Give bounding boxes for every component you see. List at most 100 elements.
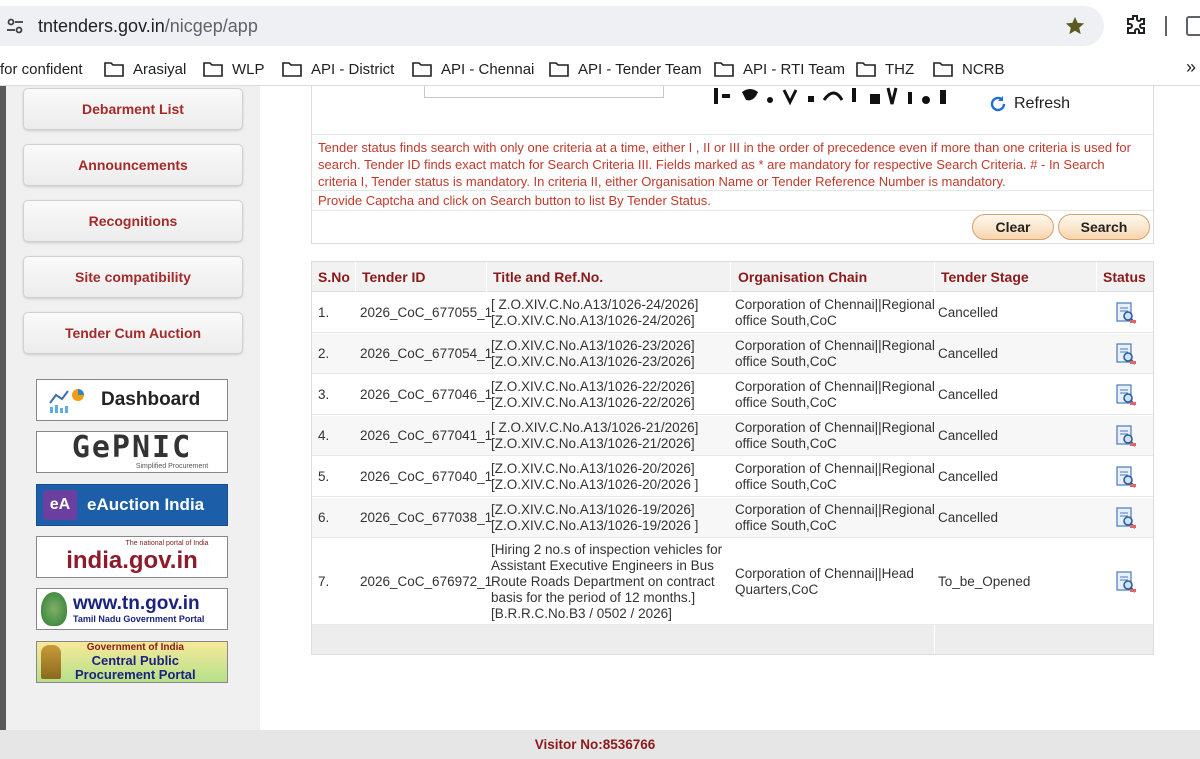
results-table: S.No Tender ID Title and Ref.No. Organis… bbox=[311, 261, 1154, 655]
org-line: office South,CoC bbox=[735, 395, 837, 410]
view-status-icon[interactable] bbox=[1114, 342, 1138, 366]
cell-tender-stage: Cancelled bbox=[938, 305, 999, 320]
column-divider bbox=[934, 625, 935, 654]
title-line: [Z.O.XIV.C.No.A13/1026-22/2026] bbox=[491, 379, 695, 394]
view-status-icon[interactable] bbox=[1114, 465, 1138, 489]
bookmark-label: WLP bbox=[232, 60, 265, 78]
sidebar-item-announcements[interactable]: Announcements bbox=[23, 144, 243, 186]
captcha-instruction: Provide Captcha and click on Search butt… bbox=[318, 193, 711, 208]
view-status-icon[interactable] bbox=[1114, 570, 1138, 594]
folder-icon bbox=[282, 62, 302, 77]
cppp-banner[interactable]: Government of India Central Public Procu… bbox=[36, 641, 228, 683]
folder-icon bbox=[856, 62, 876, 77]
bookmark-folder[interactable]: THZ bbox=[856, 52, 914, 86]
org-line: Corporation of Chennai||Regional bbox=[735, 461, 935, 476]
url-text[interactable]: tntenders.gov.in/nicgep/app bbox=[38, 16, 258, 37]
title-line: [Z.O.XIV.C.No.A13/1026-20/2026] bbox=[491, 461, 695, 476]
ashoka-emblem-icon bbox=[41, 645, 61, 679]
sidebar: Debarment List Announcements Recognition… bbox=[6, 86, 260, 730]
cell-tender-id: 2026_CoC_677041_1 bbox=[360, 428, 493, 443]
cell-organisation: Corporation of Chennai||Regional office S… bbox=[735, 379, 935, 411]
org-line: office South,CoC bbox=[735, 518, 837, 533]
cell-sno: 1. bbox=[318, 305, 330, 320]
cell-sno: 6. bbox=[318, 510, 330, 525]
captcha-input[interactable] bbox=[424, 86, 664, 98]
tn-gov-banner[interactable]: www.tn.gov.in Tamil Nadu Government Port… bbox=[36, 588, 228, 630]
url-path: /nicgep/app bbox=[164, 15, 258, 36]
dashboard-banner[interactable]: Dashboard bbox=[36, 379, 228, 421]
clear-button[interactable]: Clear bbox=[972, 214, 1054, 240]
title-line: [Z.O.XIV.C.No.A13/1026-20/2026 ] bbox=[491, 477, 699, 492]
table-row: 3. 2026_CoC_677046_1 [Z.O.XIV.C.No.A13/1… bbox=[312, 375, 1153, 415]
cell-organisation: Corporation of Chennai||Regional office S… bbox=[735, 338, 935, 370]
side-panel-icon[interactable] bbox=[1186, 16, 1200, 36]
main-content: Refresh Tender status finds search with … bbox=[260, 86, 1200, 730]
sidebar-item-debarment-list[interactable]: Debarment List bbox=[23, 88, 243, 130]
table-header: S.No Tender ID Title and Ref.No. Organis… bbox=[312, 262, 1153, 292]
dashboard-label: Dashboard bbox=[101, 389, 201, 410]
cell-sno: 3. bbox=[318, 387, 330, 402]
org-line: Corporation of Chennai||Regional bbox=[735, 338, 935, 353]
sidebar-item-tender-cum-auction[interactable]: Tender Cum Auction bbox=[23, 312, 243, 354]
column-divider bbox=[355, 262, 356, 292]
bookmark-label: for confident bbox=[0, 60, 83, 78]
bookmark-label: API - RTI Team bbox=[743, 60, 845, 78]
bookmarks-bar: for confident Arasiyal WLP API - Distric… bbox=[0, 52, 1200, 86]
cell-tender-id: 2026_CoC_676972_1 bbox=[360, 574, 493, 589]
sidebar-item-recognitions[interactable]: Recognitions bbox=[23, 200, 243, 242]
view-status-icon[interactable] bbox=[1114, 424, 1138, 448]
view-status-icon[interactable] bbox=[1114, 383, 1138, 407]
org-line: Corporation of Chennai||Regional bbox=[735, 297, 935, 312]
bookmark-folder[interactable]: API - Tender Team bbox=[549, 52, 702, 86]
title-line: [Z.O.XIV.C.No.A13/1026-19/2026 ] bbox=[491, 518, 699, 533]
refresh-label: Refresh bbox=[1014, 95, 1071, 112]
extensions-icon[interactable] bbox=[1124, 13, 1148, 37]
title-line: [Hiring 2 no.s of inspection vehicles fo… bbox=[491, 542, 723, 557]
title-line: Route Roads Department on contract bbox=[491, 574, 715, 589]
site-settings-icon[interactable] bbox=[4, 15, 26, 37]
view-status-icon[interactable] bbox=[1114, 506, 1138, 530]
column-header-tender-id: Tender ID bbox=[362, 269, 426, 285]
bookmark-folder[interactable]: API - Chennai bbox=[412, 52, 534, 86]
bookmark-star-icon[interactable] bbox=[1064, 15, 1086, 37]
title-line: [Z.O.XIV.C.No.A13/1026-23/2026] bbox=[491, 354, 695, 369]
bookmark-folder[interactable]: NCRB bbox=[933, 52, 1005, 86]
table-row: 2. 2026_CoC_677054_1 [Z.O.XIV.C.No.A13/1… bbox=[312, 334, 1153, 374]
more-bookmarks-button[interactable]: » bbox=[1186, 57, 1196, 78]
cell-organisation: Corporation of Chennai||Regional office S… bbox=[735, 502, 935, 534]
column-header-tender-stage: Tender Stage bbox=[941, 269, 1029, 285]
chart-icon bbox=[49, 389, 84, 413]
browser-toolbar: tntenders.gov.in/nicgep/app bbox=[0, 0, 1200, 52]
cppp-line3: Procurement Portal bbox=[75, 667, 196, 682]
table-row: 4. 2026_CoC_677041_1 [ Z.O.XIV.C.No.A13/… bbox=[312, 416, 1153, 456]
divider bbox=[312, 134, 1153, 135]
cell-tender-id: 2026_CoC_677038_1 bbox=[360, 510, 493, 525]
bookmark-folder[interactable]: WLP bbox=[203, 52, 265, 86]
cell-sno: 4. bbox=[318, 428, 330, 443]
cell-sno: 5. bbox=[318, 469, 330, 484]
sidebar-item-site-compatibility[interactable]: Site compatibility bbox=[23, 256, 243, 298]
view-status-icon[interactable] bbox=[1114, 301, 1138, 325]
cell-organisation: Corporation of Chennai||Head Quarters,CoC bbox=[735, 566, 914, 598]
title-line: basis for the period of 12 months.] bbox=[491, 590, 696, 605]
address-bar[interactable]: tntenders.gov.in/nicgep/app bbox=[0, 6, 1104, 46]
table-row: 7. 2026_CoC_676972_1 [Hiring 2 no.s of i… bbox=[312, 539, 1153, 625]
org-line: Corporation of Chennai||Regional bbox=[735, 502, 935, 517]
gepnic-banner[interactable]: GePNIC Simplified Procurement bbox=[36, 431, 228, 473]
folder-icon bbox=[549, 62, 569, 77]
bookmark-label: NCRB bbox=[962, 60, 1005, 78]
bookmark-folder[interactable]: Arasiyal bbox=[104, 52, 186, 86]
eauction-banner[interactable]: eA eAuction India bbox=[36, 484, 228, 526]
gepnic-subtitle: Simplified Procurement bbox=[135, 463, 209, 470]
bookmark-folder[interactable]: API - RTI Team bbox=[714, 52, 845, 86]
column-header-organisation: Organisation Chain bbox=[738, 269, 868, 285]
refresh-captcha-button[interactable]: Refresh bbox=[988, 94, 1070, 114]
india-gov-banner[interactable]: The national portal of India india.gov.i… bbox=[36, 536, 228, 578]
cell-organisation: Corporation of Chennai||Regional office S… bbox=[735, 420, 935, 452]
table-footer bbox=[312, 625, 1153, 654]
bookmark-folder[interactable]: API - District bbox=[282, 52, 394, 86]
table-row: 5. 2026_CoC_677040_1 [Z.O.XIV.C.No.A13/1… bbox=[312, 457, 1153, 497]
search-button[interactable]: Search bbox=[1058, 214, 1150, 240]
folder-icon bbox=[933, 62, 953, 77]
bookmark-item[interactable]: for confident bbox=[0, 52, 83, 86]
